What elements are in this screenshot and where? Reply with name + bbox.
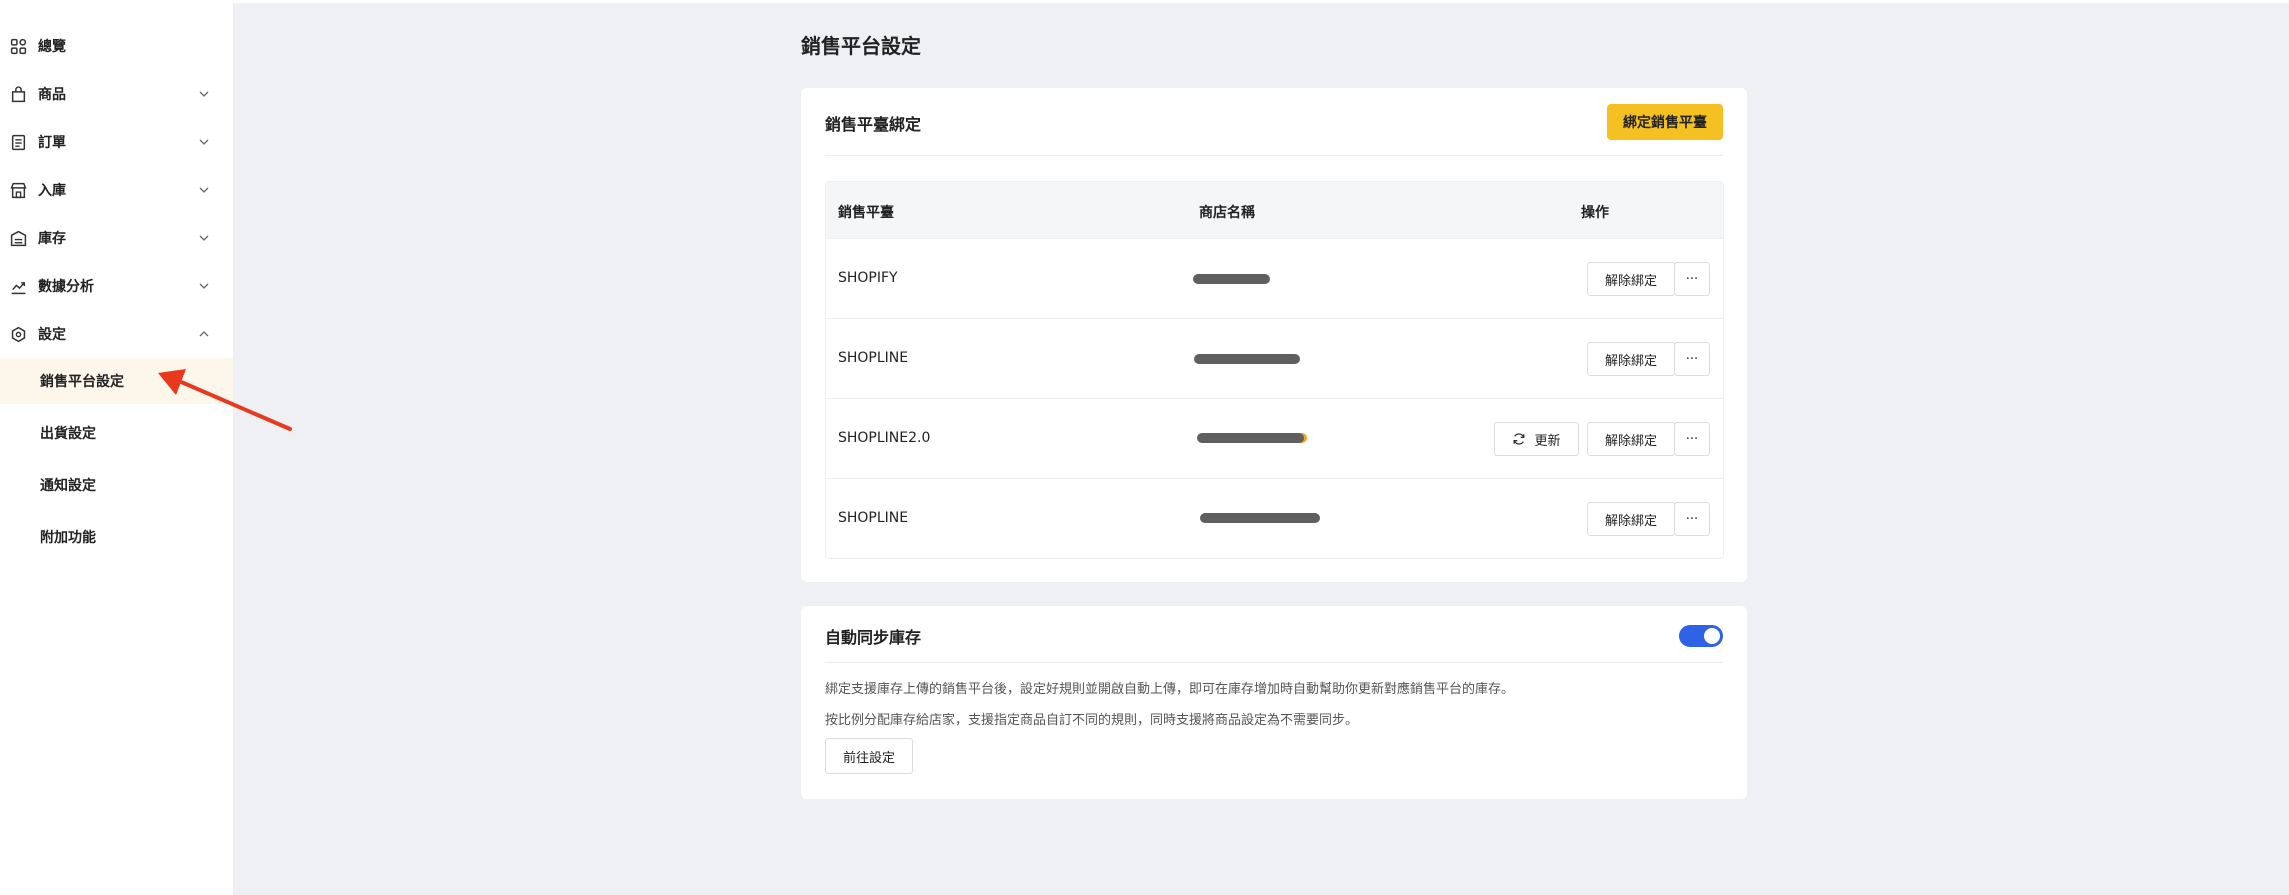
redacted-store-name xyxy=(1197,433,1304,443)
sidebar-item-label: 訂單 xyxy=(38,135,66,151)
sidebar-subitem-label: 通知設定 xyxy=(40,478,96,494)
dashboard-icon xyxy=(10,38,27,55)
toggle-knob xyxy=(1704,628,1720,644)
warehouse-icon xyxy=(10,230,27,247)
chevron-up-icon xyxy=(199,331,209,337)
sidebar-item-overview[interactable]: 總覽 xyxy=(0,26,233,66)
sidebar-item-label: 商品 xyxy=(38,87,66,103)
sidebar-subitem-label: 出貨設定 xyxy=(40,426,96,442)
sidebar-item-products[interactable]: 商品 xyxy=(0,74,233,114)
unbind-button[interactable]: 解除綁定 xyxy=(1587,502,1675,536)
sidebar: 總覽 商品 訂單 入庫 庫存 數據分析 設定 銷售平台設定 出貨設定 通知設定 … xyxy=(0,3,234,895)
redacted-store-name xyxy=(1200,513,1320,523)
more-actions-button[interactable]: ··· xyxy=(1674,422,1710,456)
bag-icon xyxy=(11,86,26,103)
bind-platform-button[interactable]: 綁定銷售平臺 xyxy=(1607,104,1723,140)
sidebar-item-label: 設定 xyxy=(38,327,66,343)
annotation-arrow-icon xyxy=(158,369,292,431)
sidebar-item-inbound[interactable]: 入庫 xyxy=(0,170,233,210)
unbind-button[interactable]: 解除綁定 xyxy=(1587,262,1675,296)
refresh-icon xyxy=(1514,433,1525,445)
sidebar-item-label: 庫存 xyxy=(38,231,66,247)
chevron-down-icon xyxy=(199,187,209,193)
sidebar-item-settings[interactable]: 設定 xyxy=(0,314,233,354)
chevron-down-icon xyxy=(199,235,209,241)
unbind-button[interactable]: 解除綁定 xyxy=(1587,342,1675,376)
divider xyxy=(825,662,1723,663)
chevron-down-icon xyxy=(199,91,209,97)
redacted-store-name xyxy=(1193,274,1270,284)
table-row: SHOPLINE 解除綁定 ··· xyxy=(826,318,1723,399)
sidebar-item-orders[interactable]: 訂單 xyxy=(0,122,233,162)
table-row: SHOPIFY 解除綁定 ··· xyxy=(826,238,1723,319)
table-row: SHOPLINE 解除綁定 ··· xyxy=(826,478,1723,559)
chevron-down-icon xyxy=(199,283,209,289)
goto-settings-button[interactable]: 前往設定 xyxy=(825,738,913,774)
more-actions-button[interactable]: ··· xyxy=(1674,502,1710,536)
table-row: SHOPLINE2.0 更新 解除綁定 ··· xyxy=(826,398,1723,479)
divider xyxy=(825,155,1723,156)
platform-name: SHOPLINE xyxy=(838,510,909,526)
store-icon xyxy=(10,182,27,199)
sidebar-subitem-addons[interactable]: 附加功能 xyxy=(0,514,233,560)
settings-icon xyxy=(11,326,26,343)
platform-name: SHOPLINE2.0 xyxy=(838,430,931,446)
top-strip xyxy=(0,0,2289,3)
card-title: 銷售平臺綁定 xyxy=(825,115,922,134)
refresh-label: 更新 xyxy=(1534,433,1561,449)
more-actions-button[interactable]: ··· xyxy=(1674,262,1710,296)
sidebar-item-label: 數據分析 xyxy=(38,279,94,295)
sync-description: 綁定支援庫存上傳的銷售平台後，設定好規則並開啟自動上傳，即可在庫存增加時自動幫助… xyxy=(825,682,1515,697)
sidebar-subitem-label: 附加功能 xyxy=(40,530,96,546)
sync-description: 按比例分配庫存給店家，支援指定商品自訂不同的規則，同時支援將商品設定為不需要同步… xyxy=(825,713,1359,728)
sidebar-subitem-label: 銷售平台設定 xyxy=(40,374,124,390)
sidebar-item-label: 入庫 xyxy=(38,183,66,199)
table-header: 銷售平臺 商店名稱 操作 xyxy=(826,182,1723,238)
platform-name: SHOPIFY xyxy=(838,270,898,286)
unbind-button[interactable]: 解除綁定 xyxy=(1587,422,1675,456)
card-title: 自動同步庫存 xyxy=(825,628,922,647)
page-title: 銷售平台設定 xyxy=(801,34,921,58)
auto-sync-toggle[interactable] xyxy=(1679,625,1723,647)
refresh-button[interactable]: 更新 xyxy=(1494,422,1579,456)
sidebar-item-label: 總覽 xyxy=(38,39,66,55)
platform-name: SHOPLINE xyxy=(838,350,909,366)
chevron-down-icon xyxy=(199,139,209,145)
sidebar-item-inventory[interactable]: 庫存 xyxy=(0,218,233,258)
auto-sync-card: 自動同步庫存 xyxy=(801,606,1747,799)
analytics-icon xyxy=(11,282,26,295)
sidebar-item-analytics[interactable]: 數據分析 xyxy=(0,266,233,306)
redacted-store-name xyxy=(1194,354,1300,364)
column-header: 操作 xyxy=(1581,205,1609,221)
platform-table: 銷售平臺 商店名稱 操作 SHOPIFY 解除綁定 ··· SHOPLINE 解… xyxy=(825,181,1724,559)
column-header: 商店名稱 xyxy=(1199,205,1255,221)
more-actions-button[interactable]: ··· xyxy=(1674,342,1710,376)
sidebar-subitem-notifications[interactable]: 通知設定 xyxy=(0,462,233,508)
column-header: 銷售平臺 xyxy=(838,205,894,221)
receipt-icon xyxy=(11,134,26,151)
